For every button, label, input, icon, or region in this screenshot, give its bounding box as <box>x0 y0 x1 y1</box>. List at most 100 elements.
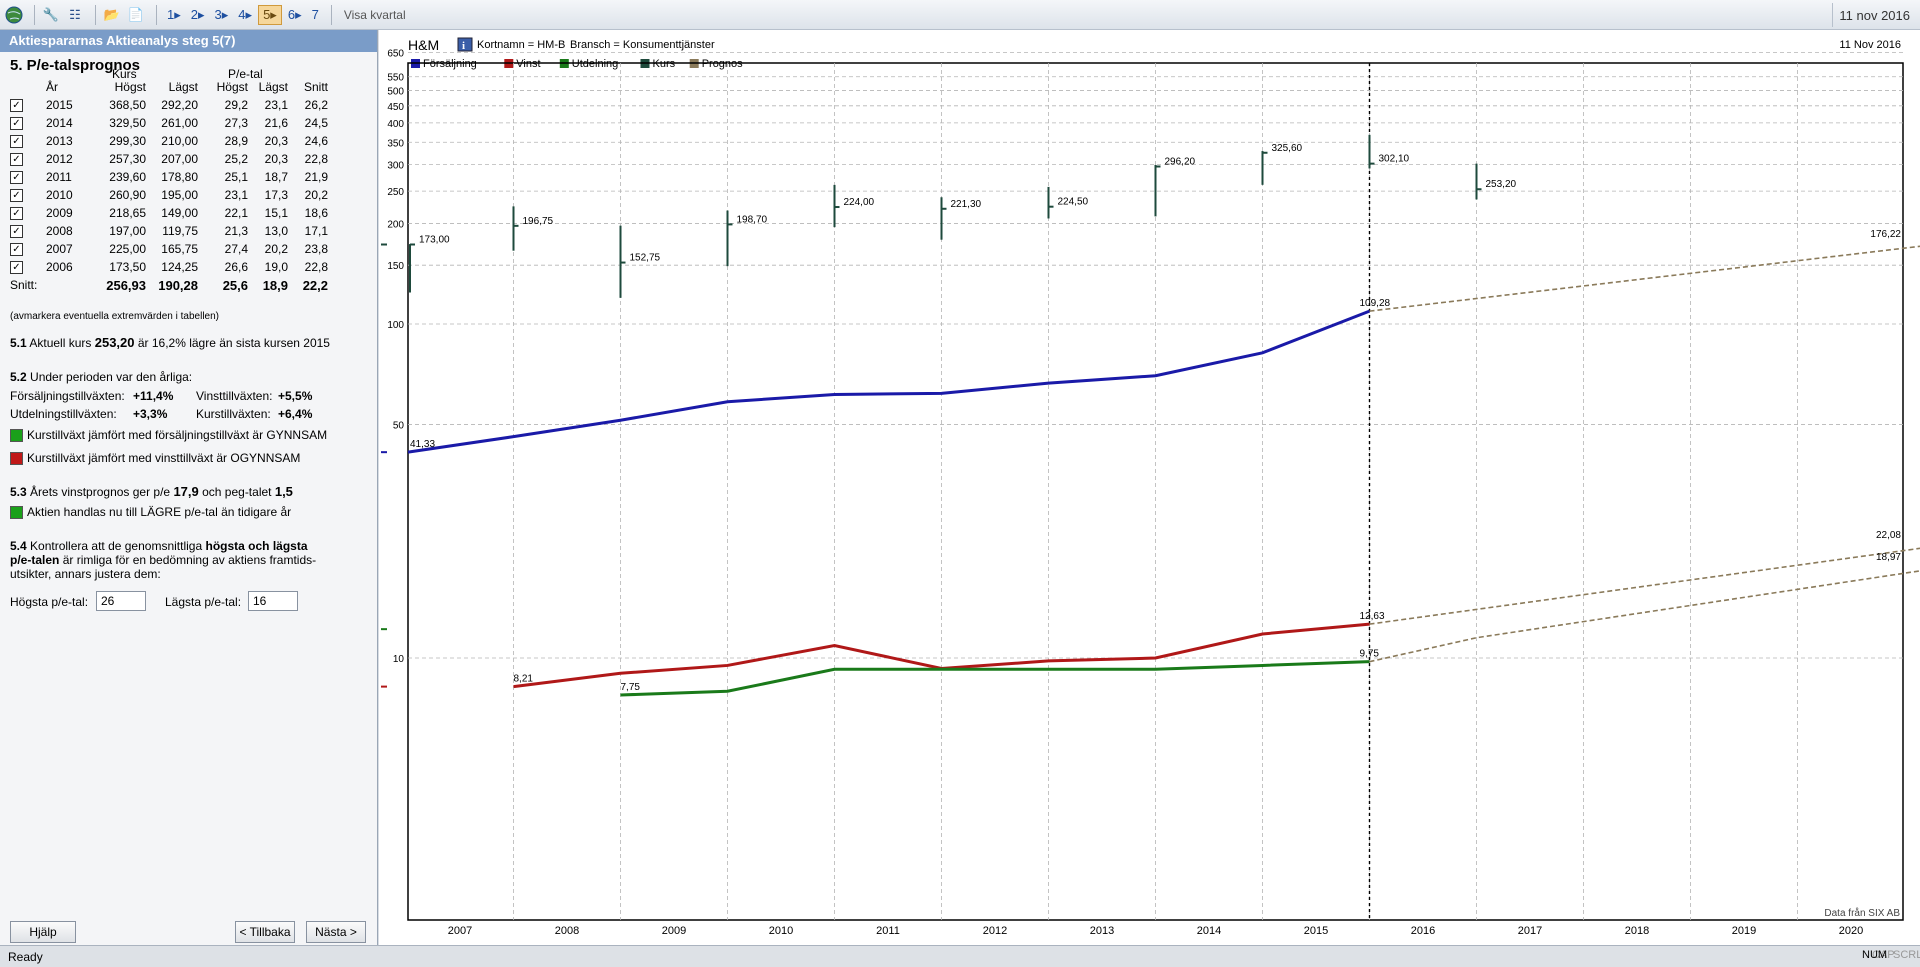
current-price-label: Aktuell kurs <box>29 336 92 350</box>
step-6-button[interactable]: 6 ▸ <box>284 5 306 25</box>
step-label: 6 <box>287 7 296 22</box>
checkbox-cell: ✓ <box>10 132 46 150</box>
wrench-icon[interactable]: 🔧 <box>41 5 61 25</box>
table-row: ✓ 2014 329,50 261,00 27,3 21,6 24,5 <box>10 114 328 132</box>
step-4-button[interactable]: 4 ▸ <box>234 5 256 25</box>
price-growth-label: Kurstillväxten: <box>196 407 271 421</box>
year-cell: 2012 <box>46 152 73 166</box>
price-value-label: 325,60 <box>1272 143 1303 154</box>
x-tick-label: 2007 <box>448 925 472 937</box>
row-checkbox[interactable]: ✓ <box>10 189 23 203</box>
kurs-low-cell: 292,20 <box>161 98 198 112</box>
toolbar-separator <box>330 4 332 25</box>
y-tick-label: 300 <box>387 161 404 172</box>
row-checkbox[interactable]: ✓ <box>10 153 23 167</box>
x-tick-label: 2015 <box>1304 925 1328 937</box>
pe-high-cell: 21,3 <box>224 224 248 238</box>
step-label: 1 <box>167 7 175 22</box>
comparison-text: Kurstillväxt jämfört med försäljningstil… <box>27 428 328 442</box>
show-quarter-button[interactable]: Visa kvartal <box>344 8 406 22</box>
x-tick-label: 2016 <box>1411 925 1435 937</box>
row-checkbox[interactable]: ✓ <box>10 243 23 257</box>
pe-high-cell: 25,1 <box>224 170 248 184</box>
step-2-button[interactable]: 2 ▸ <box>187 5 209 25</box>
year-cell: 2007 <box>46 242 73 256</box>
legend-label: Prognos <box>702 58 743 70</box>
preview-icon[interactable]: 📄 <box>126 5 146 25</box>
dividend-growth-value: +3,3% <box>133 407 168 421</box>
section-text: Under perioden var den årliga: <box>30 370 193 384</box>
sales-growth-value: +11,4% <box>133 389 174 403</box>
forecast-value-label: 18,97 <box>1876 552 1901 563</box>
pe-high-cell: 25,2 <box>224 152 248 166</box>
scrl-indicator: SCRL <box>1893 949 1920 961</box>
kurs-low-cell: 210,00 <box>161 134 198 148</box>
col-header <box>10 78 46 96</box>
snitt-pe-avg: 22,2 <box>302 277 328 293</box>
step-5-button[interactable]: 5 ▸ <box>258 4 282 25</box>
status-text: Ready <box>8 950 43 964</box>
pe-low-cell: 19,0 <box>264 260 288 274</box>
back-button[interactable]: < Tillbaka <box>235 921 295 943</box>
section-number: 5.1 <box>10 336 27 350</box>
price-value-label: 221,30 <box>951 199 982 210</box>
note-text: Aktien handlas nu till LÄGRE p/e-tal än … <box>27 505 292 519</box>
snitt-pe-low: 18,9 <box>262 277 288 293</box>
forecast-value-label: 176,22 <box>1870 229 1901 240</box>
min-pe-input[interactable] <box>248 591 298 611</box>
table-row: ✓ 2011 239,60 178,80 25,1 18,7 21,9 <box>10 168 328 186</box>
y-tick-label: 10 <box>393 654 405 665</box>
pe-avg-cell: 17,1 <box>304 224 328 238</box>
table-header-row: År Högst Lägst Högst Lägst Snitt <box>10 78 328 96</box>
open-folder-icon[interactable]: 📂 <box>102 5 122 25</box>
y-tick-label: 50 <box>393 421 405 432</box>
pe-avg-cell: 23,8 <box>304 242 328 256</box>
max-pe-input[interactable] <box>96 591 146 611</box>
price-growth-value: +6,4% <box>278 407 313 421</box>
x-tick-label: 2011 <box>876 925 900 937</box>
step-7-button[interactable]: 7 <box>308 5 323 25</box>
row-checkbox[interactable]: ✓ <box>10 171 23 185</box>
kurs-low-cell: 195,00 <box>161 188 198 202</box>
section-bold: p/e-talen <box>10 553 60 567</box>
pe-low-cell: 20,3 <box>264 152 288 166</box>
y-tick-label: 150 <box>387 261 404 272</box>
row-checkbox[interactable]: ✓ <box>10 207 23 221</box>
kurs-high-cell: 299,30 <box>109 134 146 148</box>
kurs-low-cell: 207,00 <box>161 152 198 166</box>
globe-icon[interactable] <box>4 5 24 25</box>
x-tick-label: 2018 <box>1625 925 1649 937</box>
step-1-button[interactable]: 1 ▸ <box>163 5 185 25</box>
x-tick-label: 2019 <box>1732 925 1756 937</box>
status-bar: Ready CAP NUM SCRL <box>0 945 1920 967</box>
pe-low-cell: 21,6 <box>264 116 288 130</box>
next-button[interactable]: Nästa > <box>306 921 366 943</box>
year-cell: 2009 <box>46 206 73 220</box>
checkbox-cell: ✓ <box>10 222 46 240</box>
price-value-label: 198,70 <box>737 214 768 225</box>
toolbar: 🔧 ☷ 📂 📄 1 ▸ 2 ▸ 3 ▸ 4 ▸ 5 ▸ 6 ▸ 7 Visa kvartal… <box>0 0 1920 30</box>
row-checkbox[interactable]: ✓ <box>10 225 23 239</box>
pe-high-cell: 22,1 <box>224 206 248 220</box>
col-header-kurs-low: Lägst <box>168 80 198 94</box>
pe-lower-note: Aktien handlas nu till LÄGRE p/e-tal än … <box>10 505 292 520</box>
y-tick-label: 450 <box>387 102 404 113</box>
step-label: 2 <box>190 7 198 22</box>
pe-table-body: ✓ 2015 368,50 292,20 29,2 23,1 26,2 ✓ 2014 329,50… <box>10 96 328 276</box>
row-checkbox[interactable]: ✓ <box>10 135 23 149</box>
help-button[interactable]: Hjälp <box>10 921 76 943</box>
table-row: ✓ 2015 368,50 292,20 29,2 23,1 26,2 <box>10 96 328 114</box>
pe-avg-cell: 22,8 <box>304 152 328 166</box>
section-text: Kontrollera att de genomsnittliga <box>30 539 203 553</box>
add-list-icon[interactable]: ☷ <box>65 5 85 25</box>
section-number: 5.2 <box>10 370 27 384</box>
row-checkbox[interactable]: ✓ <box>10 99 23 113</box>
step-label: 4 <box>238 7 246 22</box>
row-checkbox[interactable]: ✓ <box>10 117 23 131</box>
pe-table: År Högst Lägst Högst Lägst Snitt ✓ 2015 36… <box>10 78 328 294</box>
checkbox-cell: ✓ <box>10 114 46 132</box>
step-3-button[interactable]: 3 ▸ <box>211 5 233 25</box>
year-cell: 2013 <box>46 134 73 148</box>
table-note: (avmarkera eventuella extremvärden i tab… <box>10 311 219 322</box>
row-checkbox[interactable]: ✓ <box>10 261 23 275</box>
